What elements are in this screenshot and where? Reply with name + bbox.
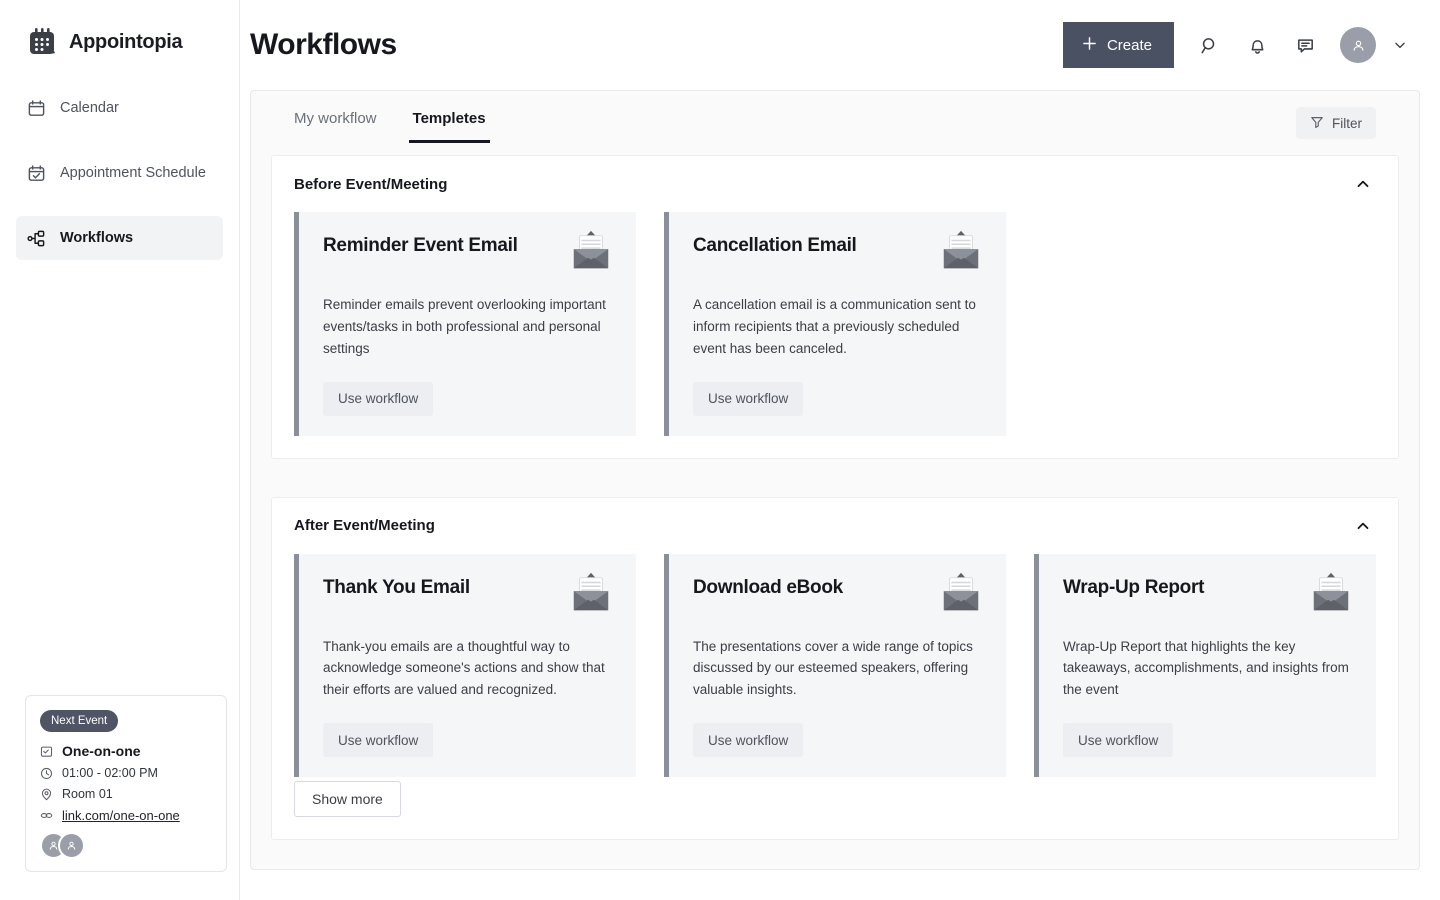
map-pin-icon (40, 788, 53, 801)
open-envelope-icon (938, 570, 984, 616)
search-icon[interactable] (1196, 32, 1222, 58)
workflow-card[interactable]: Cancellation Email (664, 212, 1006, 436)
sidebar-item-calendar[interactable]: Calendar (16, 86, 223, 130)
create-button[interactable]: Create (1063, 22, 1174, 68)
use-workflow-button[interactable]: Use workflow (693, 382, 803, 416)
section-title: Before Event/Meeting (294, 176, 447, 193)
tab-my-workflow[interactable]: My workflow (294, 104, 377, 143)
sidebar-item-label: Calendar (60, 100, 119, 116)
sidebar-nav: Calendar Appointment Schedule (0, 86, 239, 260)
filter-button-label: Filter (1332, 116, 1362, 131)
use-workflow-button[interactable]: Use workflow (323, 382, 433, 416)
next-event-time: 01:00 - 02:00 PM (62, 766, 158, 780)
link-icon (40, 809, 53, 822)
sidebar: Appointopia Calendar (0, 0, 240, 900)
workflow-card[interactable]: Wrap-Up Report (1034, 554, 1376, 778)
card-title: Download eBook (693, 576, 928, 600)
chevron-up-icon[interactable] (1350, 513, 1376, 539)
filter-button[interactable]: Filter (1296, 107, 1376, 139)
workflow-card[interactable]: Thank You Email (294, 554, 636, 778)
card-header: Cancellation Email (693, 234, 984, 274)
brand-name: Appointopia (69, 31, 182, 54)
funnel-icon (1310, 115, 1324, 132)
calendar-icon (26, 98, 46, 118)
topbar: Workflows Create (240, 0, 1440, 90)
plus-icon (1081, 35, 1098, 56)
workflow-nodes-icon (26, 228, 46, 248)
sidebar-item-label: Appointment Schedule (60, 165, 206, 181)
user-avatar-icon[interactable] (1340, 27, 1376, 63)
use-workflow-button[interactable]: Use workflow (1063, 723, 1173, 757)
card-header: Wrap-Up Report (1063, 576, 1354, 616)
card-title: Thank You Email (323, 576, 558, 600)
card-list: Thank You Email (294, 554, 1376, 778)
create-button-label: Create (1107, 37, 1152, 54)
bell-icon[interactable] (1244, 32, 1270, 58)
card-header: Thank You Email (323, 576, 614, 616)
open-envelope-icon (568, 228, 614, 274)
calendar-check-icon (26, 163, 46, 183)
next-event-link-row[interactable]: link.com/one-on-one (40, 808, 212, 823)
card-description: Wrap-Up Report that highlights the key t… (1063, 636, 1354, 702)
card-description: Reminder emails prevent overlooking impo… (323, 294, 614, 360)
app-root: Appointopia Calendar (0, 0, 1440, 900)
section-after-event: After Event/Meeting Thank You Email (271, 497, 1399, 841)
card-header: Reminder Event Email (323, 234, 614, 274)
clock-icon (40, 767, 53, 780)
card-list: Reminder Event Email (294, 212, 1376, 436)
top-actions: Create (1063, 22, 1410, 68)
chat-icon[interactable] (1292, 32, 1318, 58)
section-title: After Event/Meeting (294, 517, 435, 534)
attendee-group (40, 832, 212, 859)
sidebar-item-appointment-schedule[interactable]: Appointment Schedule (16, 151, 223, 195)
next-event-title: One-on-one (62, 743, 141, 759)
chevron-down-icon[interactable] (1390, 35, 1410, 55)
page-title: Workflows (250, 28, 397, 62)
use-workflow-button[interactable]: Use workflow (693, 723, 803, 757)
open-envelope-icon (568, 570, 614, 616)
calendar-dots-leaf-icon (26, 26, 58, 58)
next-event-title-row: One-on-one (40, 743, 212, 759)
card-description: The presentations cover a wide range of … (693, 636, 984, 702)
card-description: Thank-you emails are a thoughtful way to… (323, 636, 614, 702)
calendar-check-icon (40, 745, 53, 758)
chevron-up-icon[interactable] (1350, 171, 1376, 197)
main-content: Workflows Create (240, 0, 1440, 900)
use-workflow-button[interactable]: Use workflow (323, 723, 433, 757)
card-description: A cancellation email is a communication … (693, 294, 984, 360)
workflow-card[interactable]: Download eBook (664, 554, 1006, 778)
section-header: After Event/Meeting (294, 498, 1376, 554)
next-event-time-row: 01:00 - 02:00 PM (40, 766, 212, 780)
card-title: Reminder Event Email (323, 234, 558, 258)
workflows-panel: My workflow Templetes Filter Before Even… (250, 90, 1420, 870)
card-title: Wrap-Up Report (1063, 576, 1298, 600)
sidebar-item-workflows[interactable]: Workflows (16, 216, 223, 260)
show-more-button[interactable]: Show more (294, 781, 401, 817)
next-event-link[interactable]: link.com/one-on-one (62, 808, 180, 823)
status-badge: Next Event (40, 710, 118, 732)
next-event-location: Room 01 (62, 787, 113, 801)
section-before-event: Before Event/Meeting Reminder Event Emai… (271, 155, 1399, 459)
card-title: Cancellation Email (693, 234, 928, 258)
workflow-card[interactable]: Reminder Event Email (294, 212, 636, 436)
open-envelope-icon (1308, 570, 1354, 616)
brand: Appointopia (0, 0, 239, 58)
sidebar-item-label: Workflows (60, 230, 133, 246)
avatar (58, 832, 85, 859)
open-envelope-icon (938, 228, 984, 274)
card-header: Download eBook (693, 576, 984, 616)
tab-templates[interactable]: Templetes (413, 104, 486, 143)
section-header: Before Event/Meeting (294, 156, 1376, 212)
tabs-row: My workflow Templetes Filter (271, 91, 1399, 155)
next-event-card: Next Event One-on-one 01:00 - (25, 695, 227, 872)
next-event-location-row: Room 01 (40, 787, 212, 801)
